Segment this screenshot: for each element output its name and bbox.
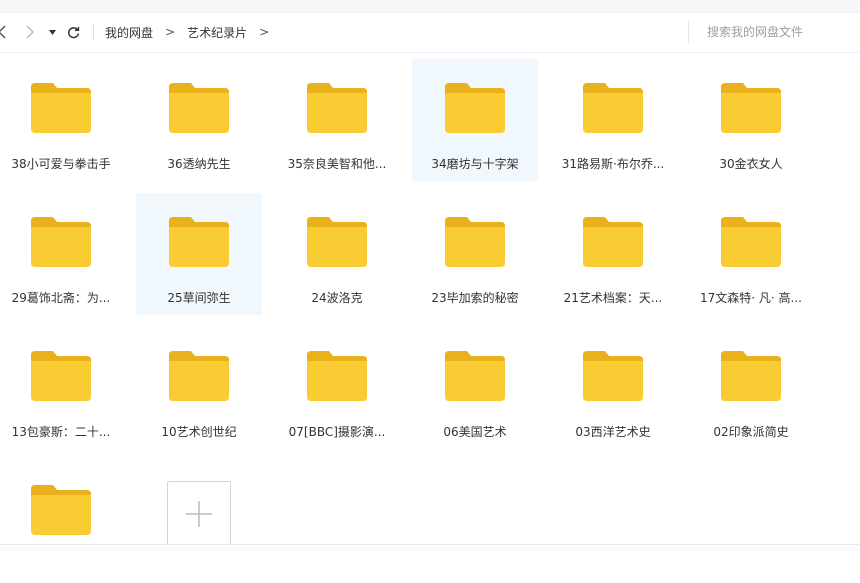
- folder-icon: [31, 351, 91, 401]
- folder-icon: [583, 83, 643, 133]
- folder-name: 31路易斯·布尔乔...: [561, 157, 665, 171]
- folder-icon: [721, 83, 781, 133]
- folder-name: 10艺术创世纪: [161, 425, 237, 439]
- folder-icon: [721, 351, 781, 401]
- folder-icon: [445, 217, 505, 267]
- chevron-right-icon: [26, 25, 34, 39]
- plus-icon: [186, 501, 212, 527]
- folder-icon: [445, 83, 505, 133]
- folder-item[interactable]: 21艺术档案：天...: [550, 193, 676, 315]
- folder-item[interactable]: 03西洋艺术史: [550, 327, 676, 449]
- folder-item[interactable]: 23毕加索的秘密: [412, 193, 538, 315]
- folder-name: 07[BBC]摄影演...: [288, 425, 386, 439]
- folder-item[interactable]: 36透纳先生: [136, 59, 262, 181]
- folder-item[interactable]: 34磨坊与十字架: [412, 59, 538, 181]
- folder-item[interactable]: 38小可爱与拳击手: [0, 59, 124, 181]
- folder-name: 30金衣女人: [719, 157, 783, 171]
- folder-name: 21艺术档案：天...: [563, 291, 663, 305]
- folder-icon: [307, 351, 367, 401]
- back-button[interactable]: [0, 12, 10, 52]
- folder-item[interactable]: 29葛饰北斋：为...: [0, 193, 124, 315]
- folder-name: 25草间弥生: [167, 291, 231, 305]
- nav-separator: [93, 24, 94, 40]
- refresh-button[interactable]: [64, 12, 82, 52]
- folder-name: 34磨坊与十字架: [431, 157, 519, 171]
- folder-icon: [307, 217, 367, 267]
- history-dropdown-button[interactable]: [46, 12, 58, 52]
- folder-name: 13包豪斯：二十...: [11, 425, 111, 439]
- breadcrumb-current[interactable]: 艺术纪录片: [187, 24, 247, 41]
- chevron-left-icon: [0, 25, 6, 39]
- folder-item[interactable]: 17文森特· 凡· 高...: [688, 193, 814, 315]
- navigation-bar: 我的网盘 > 艺术纪录片 >: [0, 12, 860, 52]
- toolbar-divider: [0, 52, 860, 53]
- folder-item[interactable]: 35奈良美智和他...: [274, 59, 400, 181]
- folder-name: 29葛饰北斋：为...: [11, 291, 111, 305]
- folder-icon: [169, 351, 229, 401]
- new-folder-button[interactable]: [167, 481, 231, 547]
- forward-button[interactable]: [20, 12, 40, 52]
- folder-name: 38小可爱与拳击手: [11, 157, 111, 171]
- folder-item[interactable]: [0, 461, 124, 583]
- folder-item[interactable]: 30金衣女人: [688, 59, 814, 181]
- folder-name: 35奈良美智和他...: [287, 157, 387, 171]
- search-input[interactable]: [689, 20, 857, 44]
- folder-icon: [445, 351, 505, 401]
- folder-item[interactable]: 31路易斯·布尔乔...: [550, 59, 676, 181]
- breadcrumb: 我的网盘 > 艺术纪录片 >: [105, 12, 281, 52]
- breadcrumb-separator: >: [165, 25, 176, 39]
- folder-name: 24波洛克: [311, 291, 363, 305]
- folder-item[interactable]: 13包豪斯：二十...: [0, 327, 124, 449]
- folder-name: 06美国艺术: [443, 425, 507, 439]
- folder-name: 02印象派简史: [713, 425, 789, 439]
- folder-icon: [31, 83, 91, 133]
- breadcrumb-root[interactable]: 我的网盘: [105, 24, 153, 41]
- folder-item[interactable]: 06美国艺术: [412, 327, 538, 449]
- folder-name: 36透纳先生: [167, 157, 231, 171]
- caret-down-icon: [48, 29, 56, 35]
- refresh-icon: [67, 26, 79, 38]
- folder-icon: [169, 83, 229, 133]
- folder-item[interactable]: 07[BBC]摄影演...: [274, 327, 400, 449]
- folder-icon: [169, 217, 229, 267]
- folder-item[interactable]: 02印象派简史: [688, 327, 814, 449]
- folder-item[interactable]: 10艺术创世纪: [136, 327, 262, 449]
- folder-icon: [583, 351, 643, 401]
- folder-icon: [31, 217, 91, 267]
- folder-name: 03西洋艺术史: [575, 425, 651, 439]
- folder-icon: [583, 217, 643, 267]
- folder-name: 23毕加索的秘密: [431, 291, 519, 305]
- folder-icon: [721, 217, 781, 267]
- folder-item[interactable]: 25草间弥生: [136, 193, 262, 315]
- folder-icon: [307, 83, 367, 133]
- folder-item[interactable]: 24波洛克: [274, 193, 400, 315]
- folder-name: 17文森特· 凡· 高...: [700, 291, 802, 305]
- breadcrumb-separator[interactable]: >: [259, 25, 269, 39]
- folder-icon: [31, 485, 91, 535]
- search-box: [688, 20, 860, 44]
